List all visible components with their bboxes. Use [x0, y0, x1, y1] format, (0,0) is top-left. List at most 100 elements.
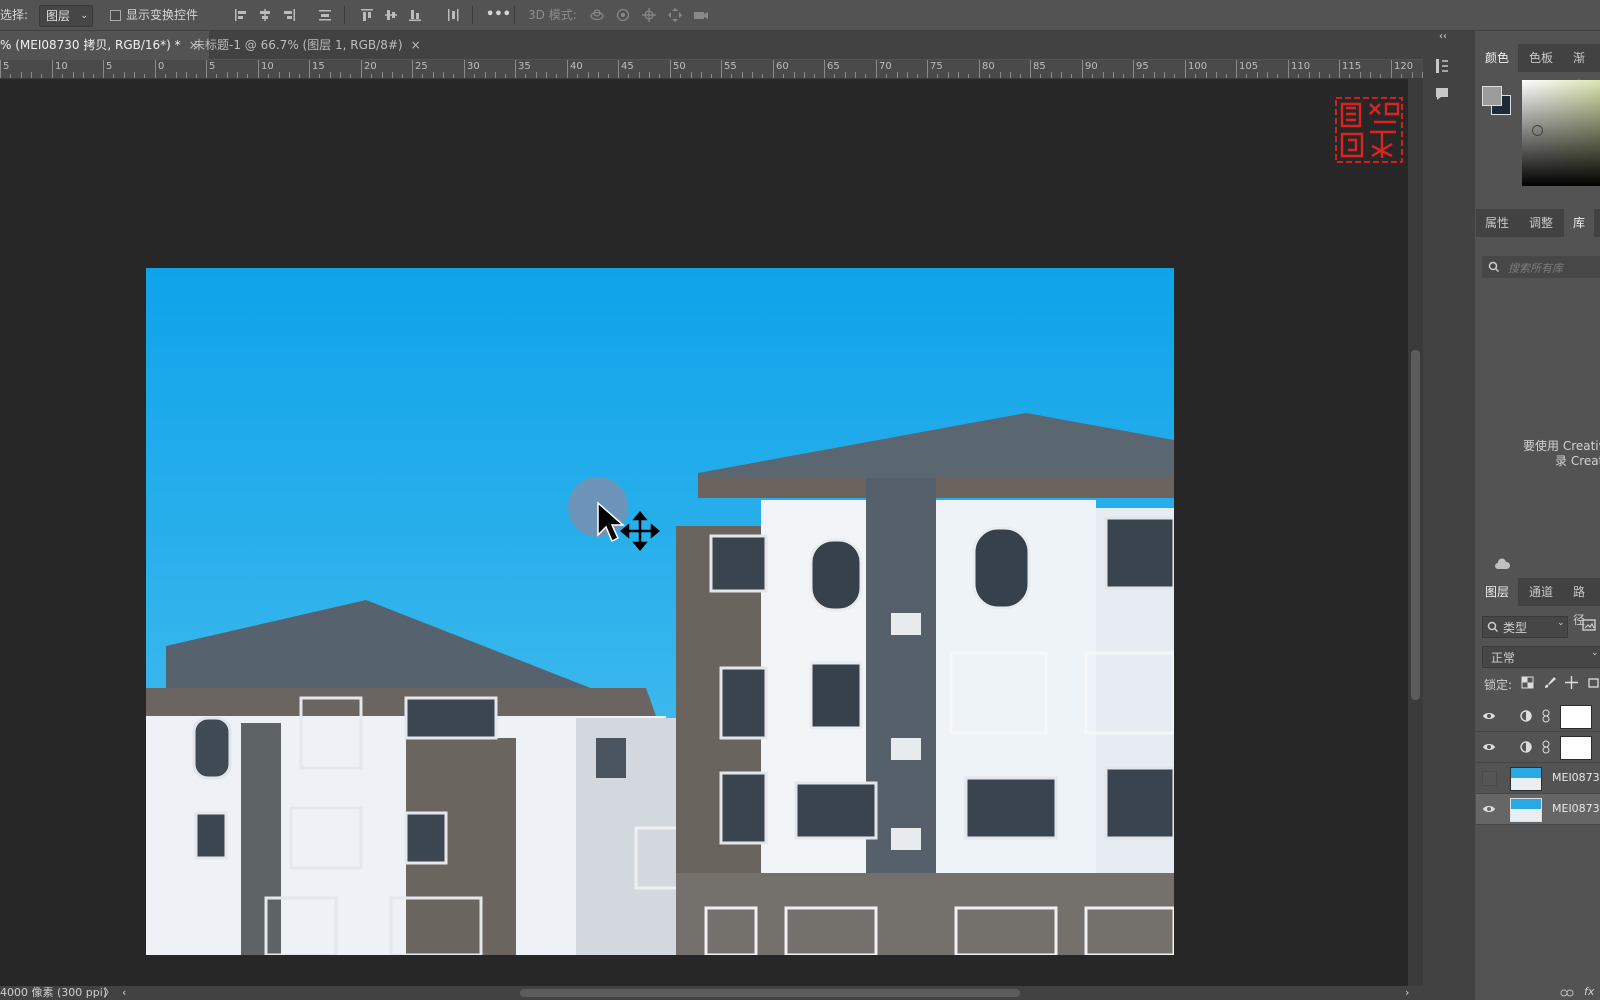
- layer-row[interactable]: MEI08730: [1476, 763, 1600, 794]
- ruler-minor-tick: [186, 72, 187, 78]
- tab-paths[interactable]: 路径: [1564, 578, 1600, 627]
- ruler-label: 5: [106, 61, 113, 72]
- layer-mask-thumbnail[interactable]: [1560, 705, 1592, 729]
- visibility-eye-icon[interactable]: [1482, 802, 1496, 816]
- more-options-button[interactable]: •••: [486, 0, 511, 30]
- lock-pixels-brush-icon[interactable]: [1543, 676, 1556, 689]
- ruler-minor-tick: [742, 72, 743, 78]
- image-filter-icon[interactable]: [1582, 618, 1596, 632]
- ruler-minor-tick: [289, 72, 290, 78]
- library-panel-tabs: 属性 调整 库: [1476, 209, 1600, 237]
- search-icon: [1488, 261, 1500, 273]
- layer-filter-dropdown[interactable]: 类型 ⌄: [1482, 616, 1568, 638]
- layer-name[interactable]: MEI08730: [1552, 794, 1600, 824]
- chain-link-icon[interactable]: [1542, 709, 1550, 723]
- ruler-tick: [1030, 60, 1031, 78]
- align-hcenter-icon[interactable]: [256, 6, 274, 24]
- ruler-minor-tick: [176, 72, 177, 78]
- align-vcenter-icon[interactable]: [382, 6, 400, 24]
- ruler-tick: [0, 60, 1, 78]
- layer-row-selected[interactable]: MEI08730: [1476, 794, 1600, 825]
- chevron-down-icon: ⌄: [80, 11, 88, 21]
- layer-thumbnail: [1510, 798, 1542, 822]
- layer-row[interactable]: [1476, 732, 1600, 763]
- library-message-line2: 录 Creati: [1555, 454, 1600, 468]
- ruler-tick: [206, 60, 207, 78]
- visibility-eye-icon[interactable]: [1482, 709, 1496, 723]
- tab-libraries[interactable]: 库: [1564, 209, 1595, 237]
- ruler-minor-tick: [1000, 72, 1001, 78]
- align-left-icon[interactable]: [232, 6, 250, 24]
- chevron-down-icon: ⌄: [1557, 618, 1565, 628]
- tab-gradient[interactable]: 渐变: [1564, 44, 1600, 93]
- roll-3d-icon[interactable]: [614, 6, 632, 24]
- lock-artboard-icon[interactable]: [1587, 676, 1600, 689]
- ruler-label: 85: [1033, 61, 1046, 72]
- ruler-label: 25: [415, 61, 428, 72]
- ruler-tick: [670, 60, 671, 78]
- ruler-label: 20: [364, 61, 377, 72]
- blend-mode-dropdown[interactable]: 正常 ⌄: [1482, 646, 1600, 668]
- document-size-text: 4000 像素 (300 ppi): [0, 986, 108, 999]
- camera-3d-icon[interactable]: [692, 6, 710, 24]
- collapse-panels-button[interactable]: ‹‹: [1439, 31, 1447, 42]
- history-icon[interactable]: [1433, 57, 1451, 75]
- link-layers-icon[interactable]: [1560, 988, 1574, 998]
- tab-mei08730[interactable]: % (MEI08730 拷贝, RGB/16*) * ×: [0, 31, 209, 59]
- horizontal-scroll-thumb[interactable]: [520, 989, 1020, 997]
- ruler-minor-tick: [598, 72, 599, 78]
- search-icon: [1487, 621, 1499, 633]
- ruler-tick: [773, 60, 774, 78]
- layer-thumbnail: [1510, 767, 1542, 791]
- layer-mask-thumbnail[interactable]: [1560, 736, 1592, 760]
- align-right-icon[interactable]: [280, 6, 298, 24]
- visibility-toggle-off[interactable]: [1482, 771, 1497, 786]
- ruler-minor-tick: [958, 72, 959, 78]
- lock-label: 锁定:: [1484, 678, 1513, 692]
- tab-untitled-1[interactable]: 未标题-1 @ 66.7% (图层 1, RGB/8#) ×: [183, 31, 431, 59]
- pan-3d-icon[interactable]: [640, 6, 658, 24]
- ruler-minor-tick: [1319, 72, 1320, 78]
- foreground-color-swatch-front[interactable]: [1482, 86, 1502, 106]
- status-menu-arrow[interactable]: 〉: [104, 986, 115, 1000]
- tab-channels[interactable]: 通道: [1520, 578, 1562, 606]
- ruler-minor-tick: [845, 72, 846, 78]
- ruler-label: 10: [55, 61, 68, 72]
- library-search-box[interactable]: 搜索所有库: [1482, 256, 1600, 278]
- comment-icon[interactable]: [1433, 85, 1451, 103]
- lock-position-icon[interactable]: [1565, 676, 1578, 689]
- layer-row[interactable]: [1476, 701, 1600, 732]
- slide-3d-icon[interactable]: [666, 6, 684, 24]
- layer-name[interactable]: MEI08730: [1552, 763, 1600, 793]
- show-transform-checkbox[interactable]: [110, 10, 121, 21]
- layer-effects-button[interactable]: fx: [1584, 985, 1594, 998]
- ruler-minor-tick: [485, 72, 486, 78]
- tab-adjustments[interactable]: 调整: [1520, 209, 1562, 237]
- cloud-sync-icon[interactable]: [1494, 558, 1512, 572]
- align-bottom-icon[interactable]: [406, 6, 424, 24]
- tab-properties[interactable]: 属性: [1476, 209, 1518, 237]
- ruler-minor-tick: [1061, 72, 1062, 78]
- canvas-area[interactable]: [0, 79, 1408, 986]
- tab-color[interactable]: 颜色: [1476, 44, 1519, 72]
- scroll-right-arrow[interactable]: ›: [1405, 986, 1409, 1000]
- document-photo[interactable]: [146, 268, 1174, 955]
- vertical-scroll-thumb[interactable]: [1411, 350, 1420, 700]
- ruler-minor-tick: [31, 72, 32, 78]
- scroll-left-arrow[interactable]: ‹: [122, 986, 126, 1000]
- ruler-minor-tick: [855, 72, 856, 78]
- ruler-tick: [1082, 60, 1083, 78]
- chain-link-icon[interactable]: [1542, 740, 1550, 754]
- close-icon[interactable]: ×: [411, 38, 421, 52]
- tab-swatches[interactable]: 色板: [1520, 44, 1562, 72]
- distribute-vertical-icon[interactable]: [444, 6, 462, 24]
- color-picker-handle[interactable]: [1532, 125, 1543, 136]
- lock-transparency-icon[interactable]: [1521, 676, 1534, 689]
- ruler-tick: [361, 60, 362, 78]
- orbit-3d-icon[interactable]: [588, 6, 606, 24]
- tab-layers[interactable]: 图层: [1476, 578, 1519, 606]
- visibility-eye-icon[interactable]: [1482, 740, 1496, 754]
- distribute-icon[interactable]: [316, 6, 334, 24]
- align-top-icon[interactable]: [358, 6, 376, 24]
- auto-select-dropdown[interactable]: 图层 ⌄: [39, 5, 93, 27]
